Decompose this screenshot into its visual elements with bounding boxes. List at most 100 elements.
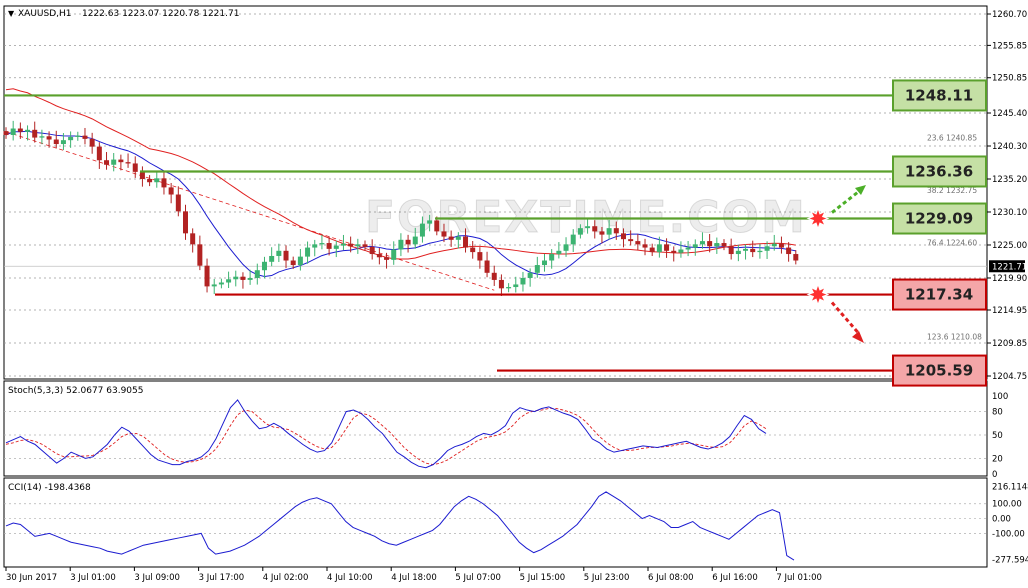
fib-label: 123.6 1210.08 (927, 333, 982, 342)
candle-body (520, 277, 526, 285)
candle-body (649, 247, 655, 253)
candle-body (685, 247, 691, 250)
price-tick-label: 1240.30 (992, 142, 1027, 152)
cci-tick-label: -100.00 (992, 529, 1025, 539)
candle-body (261, 261, 267, 271)
collapse-arrow-icon[interactable]: ▼ (8, 9, 15, 18)
cci-title: CCI(14) -198.4368 (8, 483, 91, 493)
candle-body (771, 243, 777, 247)
candle-body (340, 243, 346, 246)
level-label: 1229.09 (905, 210, 973, 228)
fib-label: 76.4 1224.60 (927, 239, 977, 248)
time-tick-label: 5 Jul 15:00 (520, 573, 566, 583)
candle-body (118, 159, 124, 163)
candle-body (678, 249, 684, 253)
candle-body (577, 228, 583, 235)
candle-body (542, 260, 547, 266)
price-tick-label: 1255.85 (992, 41, 1027, 51)
candle-body (333, 245, 339, 249)
candle-body (692, 244, 698, 248)
candle-body (175, 194, 181, 212)
candle-body (412, 236, 418, 245)
stoch-tick-label: 50 (992, 431, 1003, 441)
candle-body (656, 244, 662, 253)
candle-body (3, 131, 9, 135)
level-label: 1205.59 (905, 362, 973, 380)
candle-body (125, 162, 131, 164)
candle-body (183, 211, 188, 234)
cci-tick-label: 0.00 (992, 515, 1011, 525)
candle-body (699, 241, 705, 245)
candle-body (549, 254, 555, 261)
candle-body (398, 239, 404, 250)
chart-canvas: FOREXTIME.COM 23.6 1240.8538.2 1232.7576… (3, 5, 1028, 583)
candle-body (556, 250, 562, 255)
candle-body (484, 260, 490, 273)
candle-body (477, 252, 483, 261)
time-tick-label: 6 Jul 08:00 (648, 573, 694, 583)
candle-body (506, 287, 512, 289)
candle-body (664, 244, 670, 251)
cci-tick-label: 216.1148 (992, 483, 1028, 493)
candle-body (714, 243, 720, 247)
candle-body (362, 244, 368, 247)
candle-body (355, 244, 361, 247)
candle-body (32, 129, 38, 138)
candle-body (376, 254, 382, 258)
candle-body (68, 136, 74, 141)
time-tick-label: 5 Jul 23:00 (584, 573, 630, 583)
candle-body (427, 220, 433, 224)
candle-body (25, 129, 31, 132)
candle-body (290, 260, 296, 266)
level-label: 1248.11 (905, 86, 973, 104)
level-label: 1217.34 (905, 286, 973, 304)
candle-body (441, 231, 447, 237)
candle-body (319, 243, 325, 245)
symbol-label: XAUUSD,H1 (18, 9, 72, 19)
candle-body (211, 284, 217, 287)
candle-body (757, 250, 763, 253)
candle-body (147, 178, 153, 183)
time-tick-label: 3 Jul 09:00 (134, 573, 180, 583)
candle-body (96, 146, 102, 161)
time-tick-label: 30 Jun 2017 (6, 573, 57, 583)
candle-body (326, 243, 332, 249)
candle-body (190, 233, 196, 245)
candle-body (297, 256, 303, 266)
candle-body (721, 243, 727, 247)
candle-body (53, 139, 59, 145)
burst-marker (806, 206, 830, 231)
candle-body (628, 239, 634, 242)
price-tick-label: 1230.10 (992, 208, 1027, 218)
candle-body (348, 243, 354, 247)
candle-body (240, 276, 246, 280)
candle-body (470, 247, 476, 253)
candle-body (743, 248, 749, 251)
candle-body (89, 138, 95, 147)
candle-body (197, 244, 203, 266)
candle-body (491, 272, 497, 280)
candle-body (218, 282, 224, 285)
price-axis: 1260.70 1255.85 1250.85 1245.40 1240.30 1235.… (987, 10, 1027, 382)
price-tick-label: 1260.70 (992, 10, 1027, 20)
candle-body (563, 244, 569, 251)
candle-body (254, 270, 260, 278)
price-tick-label: 1214.95 (992, 306, 1027, 316)
price-tick-label: 1204.75 (992, 372, 1027, 382)
time-axis: 30 Jun 2017 3 Jul 01:00 3 Jul 09:00 3 Jul 1… (5, 567, 822, 583)
candle-body (592, 226, 598, 232)
time-tick-label: 3 Jul 17:00 (199, 573, 245, 583)
candle-body (613, 228, 619, 234)
candle-body (534, 265, 540, 273)
candle-body (455, 236, 461, 240)
stoch-tick-label: 80 (992, 408, 1003, 418)
candle-body (728, 246, 734, 255)
candle-body (391, 249, 397, 260)
candle-body (764, 246, 770, 251)
time-tick-label: 4 Jul 10:00 (327, 573, 373, 583)
stoch-tick-label: 100 (992, 392, 1008, 402)
level-label: 1236.36 (905, 162, 973, 180)
candle-body (276, 250, 282, 256)
candle-body (104, 160, 110, 165)
candle-body (247, 277, 253, 280)
